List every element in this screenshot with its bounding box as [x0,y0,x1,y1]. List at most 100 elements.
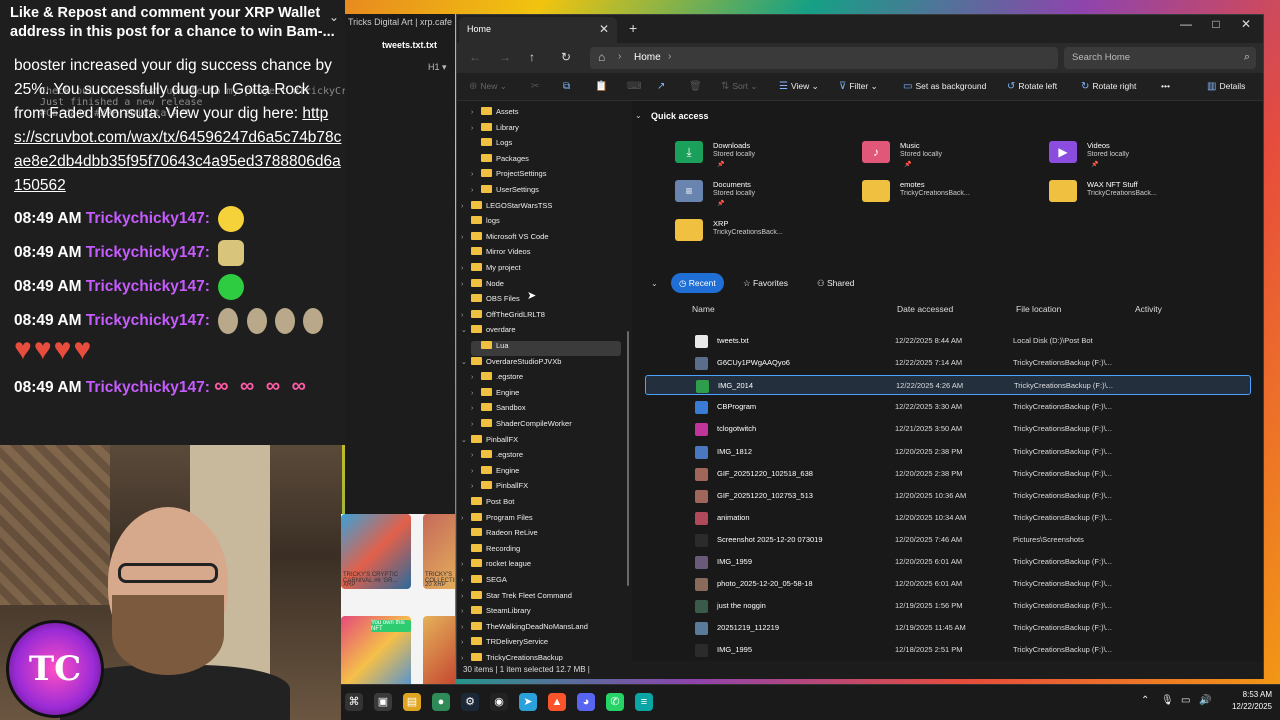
copy-icon[interactable]: ⧉ [563,81,573,92]
tree-item[interactable]: Packages [471,153,621,169]
address-bar[interactable]: ⌂ › Home › [590,47,1058,69]
file-row[interactable]: GIF_20251220_102518_638 12/20/2025 2:38 P… [645,464,1251,484]
file-row[interactable]: G6CUy1PWgAAQyo6 12/22/2025 7:14 AM TrickyC… [645,353,1251,373]
filter-button[interactable]: ⊽ Filter ⌄ [839,81,878,92]
chevron-right-icon[interactable]: › [668,51,671,62]
file-row[interactable]: tweets.txt 12/22/2025 8:44 AM Local Disk (… [645,331,1251,351]
steam-icon[interactable]: ⚙ [461,693,479,711]
search-input[interactable]: Search Home ⌕ [1064,47,1256,69]
tree-item[interactable]: › Assets [471,107,621,122]
tree-item[interactable]: › My project [461,263,621,278]
tree-item[interactable]: Lua [471,341,621,356]
file-row[interactable]: IMG_1959 12/20/2025 6:01 AM TrickyCreation… [645,552,1251,572]
cut-icon[interactable]: ✂ [531,81,542,92]
notepad-icon[interactable]: ≡ [635,693,653,711]
discord-icon[interactable]: ◕ [577,693,595,711]
chevron-right-icon[interactable]: › [471,390,481,397]
tree-item[interactable]: › Library [471,122,621,138]
quick-access-item[interactable]: XRP TrickyCreationsBack... [675,215,855,251]
quick-access-item[interactable]: WAX NFT Stuff TrickyCreationsBack... [1049,176,1229,212]
tree-item[interactable]: ⌄ PinballFX [461,434,621,450]
telegram-icon[interactable]: ➤ [519,693,537,711]
file-row[interactable]: tclogotwitch 12/21/2025 3:50 AM TrickyCrea… [645,419,1251,439]
tree-item[interactable]: › PinballFX [471,481,621,496]
tree-item[interactable]: › TrickyCreationsBackup [461,653,621,661]
chevron-right-icon[interactable]: › [471,405,481,412]
tree-item[interactable]: › SteamLibrary [461,606,621,621]
tree-item[interactable]: › LEGOStarWarsTSS [461,200,621,216]
tree-item[interactable]: › .egstore [471,450,621,465]
column-header-activity[interactable]: Activity [1135,304,1162,314]
quick-access-item[interactable]: ▶ Videos Stored locally 📌 [1049,137,1229,173]
chevron-right-icon[interactable]: › [461,608,471,615]
obs-icon[interactable]: ◉ [490,693,508,711]
filter-recent[interactable]: ◷ Recent [671,273,724,293]
brave-icon[interactable]: ▲ [548,693,566,711]
chevron-down-icon[interactable]: ⌄ [461,358,471,366]
column-header-name[interactable]: Name [692,304,715,314]
whatsapp-icon[interactable]: ✆ [606,693,624,711]
view-button[interactable]: ☰ View ⌄ [779,81,819,92]
paste-icon[interactable]: 📋 [595,81,610,92]
chevron-right-icon[interactable]: › [461,561,471,568]
tree-item[interactable]: › .egstore [471,372,621,387]
chevron-up-icon[interactable]: ⌃ [1141,695,1149,706]
rotate-left-button[interactable]: ↺ Rotate left [1007,81,1057,92]
chevron-right-icon[interactable]: › [461,515,471,522]
chevron-down-icon[interactable]: ⌄ [461,436,471,444]
file-row[interactable]: IMG_2014 12/22/2025 4:26 AM TrickyCreation… [645,375,1251,396]
tree-item[interactable]: Radeon ReLive [461,528,621,543]
collapse-chevron-icon[interactable]: ⌄ [651,279,658,288]
tree-item[interactable]: ⌄ OverdareStudioPJVXb [461,356,621,372]
rename-icon[interactable]: ⌨ [627,81,644,92]
editor-tab[interactable]: tweets.txt.txt [382,40,437,50]
chevron-right-icon[interactable]: › [461,203,471,210]
file-row[interactable]: 20251219_112219 12/19/2025 11:45 AM Tricky… [645,618,1251,638]
column-header-location[interactable]: File location [1016,304,1061,314]
minimize-icon[interactable]: — [1175,17,1197,31]
tree-item[interactable]: › Node [461,278,621,294]
tree-item[interactable]: Recording [461,543,621,559]
tree-item[interactable]: Mirror Videos [461,247,621,262]
new-tab-icon[interactable]: + [629,20,637,36]
chevron-right-icon[interactable]: › [471,483,481,490]
microphone-icon[interactable]: 🎙 [1161,695,1174,706]
tree-item[interactable]: OBS Files [461,294,621,309]
file-row[interactable]: photo_2025-12-20_05-58-18 12/20/2025 6:01… [645,574,1251,594]
chat-username[interactable]: Trickychicky147: [86,244,210,261]
chrome-icon[interactable]: ● [432,693,450,711]
chevron-right-icon[interactable]: › [461,639,471,646]
details-button[interactable]: ▥ Details [1207,81,1245,92]
chevron-down-icon[interactable]: ⌄ [329,10,339,24]
tree-item[interactable]: › Star Trek Fleet Command [461,590,621,606]
share-icon[interactable]: ↗ [657,81,668,92]
filter-favorites[interactable]: ☆ Favorites [735,273,796,293]
file-row[interactable]: CBProgram 12/22/2025 3:30 AM TrickyCreatio… [645,397,1251,417]
tree-item[interactable]: ⌄ overdare [461,325,621,340]
quick-access-item[interactable]: emotes TrickyCreationsBack... [862,176,1042,212]
chevron-right-icon[interactable]: › [461,624,471,631]
chevron-right-icon[interactable]: › [471,109,481,116]
forward-icon[interactable]: → [499,50,511,64]
chevron-right-icon[interactable]: › [471,421,481,428]
up-icon[interactable]: ↑ [529,50,535,64]
file-row[interactable]: IMG_1995 12/18/2025 2:51 PM TrickyCreation… [645,640,1251,660]
file-row[interactable]: Screenshot 2025-12-20 073019 12/20/2025 7… [645,530,1251,550]
tree-item[interactable]: Post Bot [461,497,621,512]
rotate-right-button[interactable]: ↻ Rotate right [1081,81,1136,92]
refresh-icon[interactable]: ↻ [561,50,571,64]
tree-item[interactable]: › OffTheGridLRLT8 [461,309,621,325]
chevron-right-icon[interactable]: › [471,171,481,178]
tab-home[interactable]: Home ✕ [459,17,617,43]
chevron-right-icon[interactable]: › [461,281,471,288]
chevron-right-icon[interactable]: › [471,452,481,459]
chat-username[interactable]: Trickychicky147: [86,278,210,295]
network-icon[interactable]: ▭ [1181,695,1190,706]
tree-item[interactable]: › Microsoft VS Code [461,231,621,247]
new-button[interactable]: ⊕ New ⌄ [469,81,507,92]
scrollbar[interactable] [627,331,629,586]
clock[interactable]: 8:53 AM 12/22/2025 [1232,689,1272,713]
chevron-right-icon[interactable]: › [471,468,481,475]
close-window-icon[interactable]: ✕ [1235,17,1257,31]
more-options-icon[interactable]: ••• [1161,81,1170,91]
